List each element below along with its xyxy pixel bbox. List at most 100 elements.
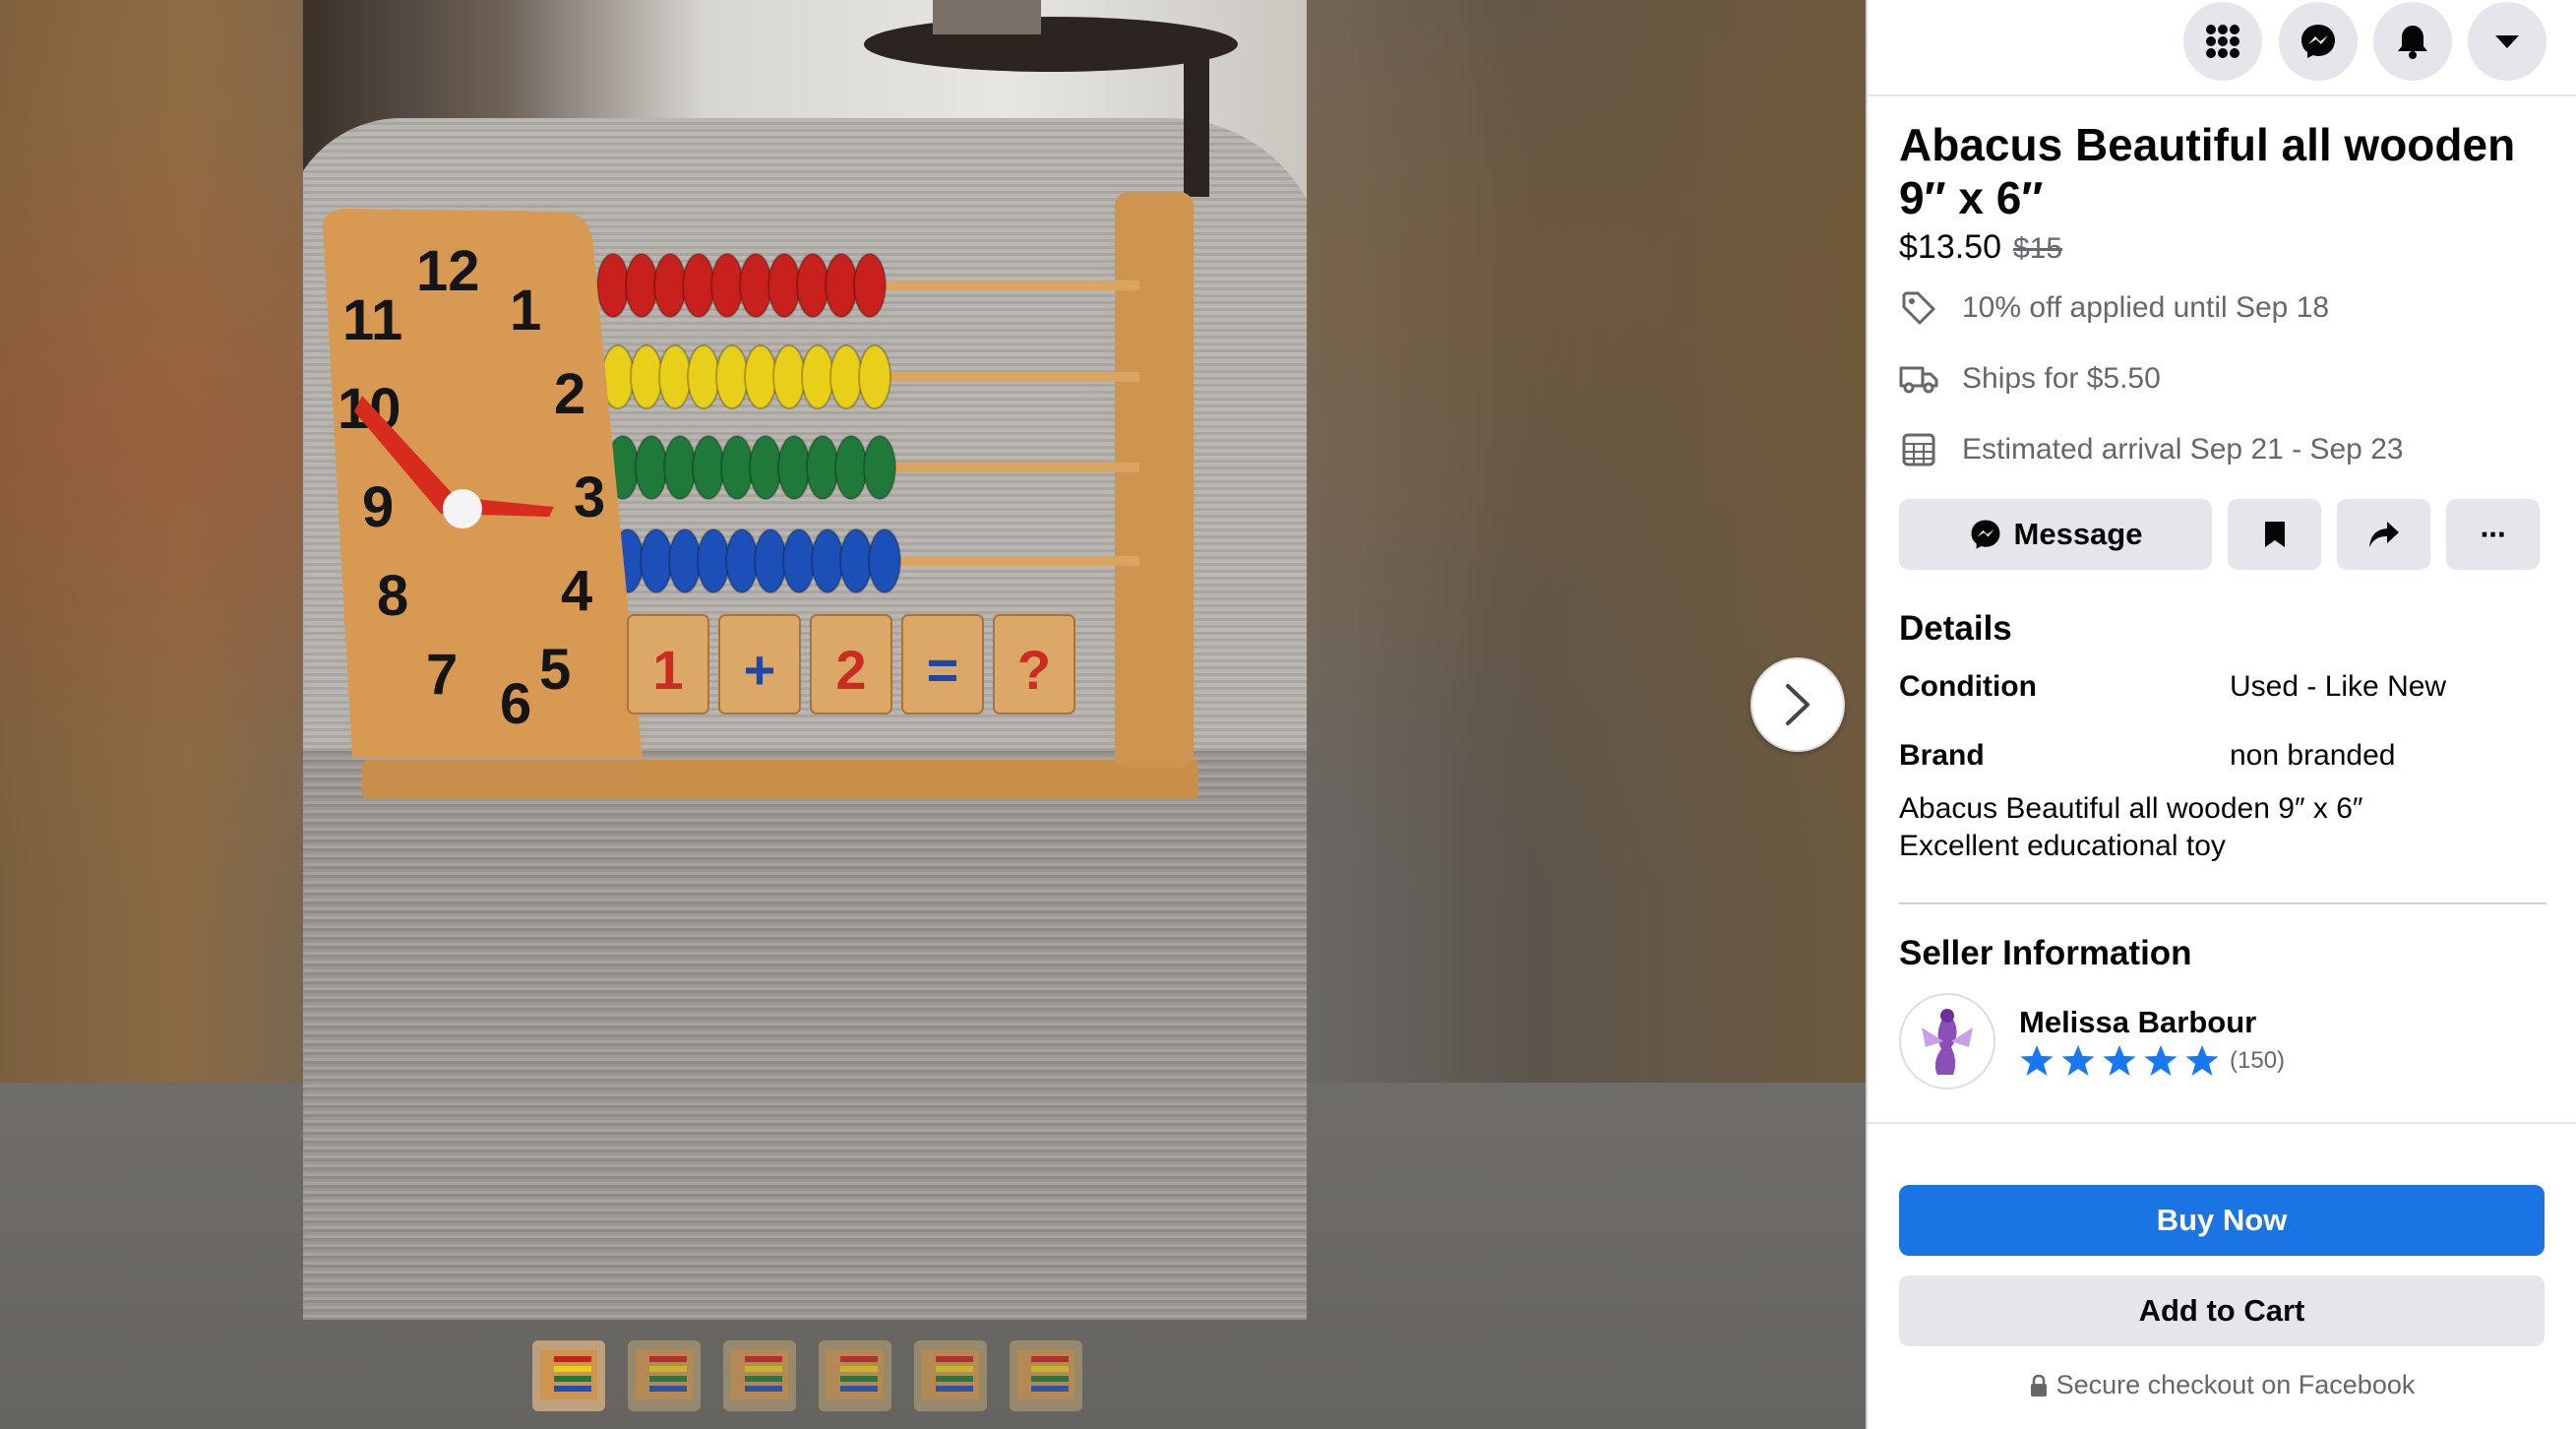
secure-checkout-text: Secure checkout on Facebook — [2055, 1370, 2416, 1399]
abacus-illustration: 121234567891011 1+2=? — [323, 0, 1238, 799]
menu-grid-icon — [2206, 25, 2239, 58]
abacus-bead — [767, 253, 801, 318]
shipping-text: Ships for $5.50 — [1962, 362, 2161, 395]
clock-number: 7 — [426, 643, 458, 707]
account-caret-icon — [2495, 35, 2519, 48]
discount-row: 10% off applied until Sep 18 — [1899, 273, 2546, 343]
message-button[interactable]: Message — [1899, 499, 2212, 570]
messenger-button[interactable] — [2279, 2, 2358, 81]
abacus-bead — [668, 528, 702, 593]
notifications-bell-icon — [2398, 26, 2427, 59]
abacus-bead — [806, 435, 839, 500]
seller-rating: (150) — [2019, 1044, 2285, 1078]
thumbnail-image — [628, 1340, 701, 1411]
abacus-bead — [658, 344, 692, 409]
cube-label: + — [744, 639, 776, 701]
action-buttons: Message ··· — [1899, 499, 2546, 570]
abacus-bead — [596, 253, 630, 318]
menu-grid-button[interactable] — [2183, 2, 2262, 81]
details-heading: Details — [1899, 609, 2012, 648]
shipping-row: Ships for $5.50 — [1899, 343, 2546, 414]
share-button[interactable] — [2337, 499, 2430, 570]
abacus-bead — [749, 435, 782, 500]
table-leg — [1184, 59, 1209, 197]
clock-number: 9 — [362, 475, 394, 539]
detail-value: non branded — [2230, 739, 2396, 772]
seller-heading: Seller Information — [1899, 934, 2192, 972]
abacus-bead — [853, 253, 887, 318]
abacus-bead — [640, 528, 673, 593]
abacus-bead — [725, 528, 759, 593]
abacus-bead — [858, 344, 891, 409]
cube-label: = — [927, 639, 959, 701]
table-top — [864, 17, 1238, 72]
detail-key: Brand — [1899, 739, 1985, 772]
abacus-bead — [772, 344, 806, 409]
truck-icon — [1899, 359, 1938, 399]
abacus-bead — [635, 435, 668, 500]
thumbnail[interactable] — [723, 1340, 796, 1411]
seller-avatar-image — [1922, 1009, 1973, 1075]
abacus-bead — [754, 528, 787, 593]
abacus-bead — [687, 344, 720, 409]
next-photo-button[interactable] — [1750, 657, 1845, 752]
arrival-row: Estimated arrival Sep 21 - Sep 23 — [1899, 414, 2546, 485]
thumbnail-image — [914, 1340, 987, 1411]
save-button[interactable] — [2228, 499, 2321, 570]
checkout-footer: Buy Now Add to Cart Secure checkout on F… — [1868, 1122, 2576, 1429]
clock-number: 12 — [416, 239, 480, 303]
clock-number: 3 — [574, 466, 605, 529]
abacus-bead — [720, 435, 754, 500]
add-to-cart-button[interactable]: Add to Cart — [1899, 1275, 2545, 1346]
abacus-bead — [663, 435, 697, 500]
secure-checkout-note: Secure checkout on Facebook — [1868, 1370, 2576, 1400]
thumbnail[interactable] — [532, 1340, 605, 1411]
top-bar — [1868, 0, 2576, 96]
detail-row-condition: Condition Used - Like New — [1899, 652, 2546, 721]
listing-panel: Abacus Beautiful all wooden 9″ x 6″ $13.… — [1866, 0, 2576, 1429]
abacus-bead — [868, 528, 901, 593]
tag-icon — [1899, 288, 1938, 328]
thumbnail[interactable] — [914, 1340, 987, 1411]
clock-number: 4 — [561, 559, 592, 623]
abacus-bead — [834, 435, 868, 500]
listing-details-scroll[interactable]: Abacus Beautiful all wooden 9″ x 6″ $13.… — [1899, 96, 2546, 1122]
thumbnail-image — [819, 1340, 891, 1411]
abacus-bead — [801, 344, 834, 409]
detail-row-brand: Brand non branded — [1899, 721, 2546, 790]
account-menu-button[interactable] — [2468, 2, 2546, 81]
abacus-bead — [697, 528, 730, 593]
seller-name[interactable]: Melissa Barbour — [2019, 1005, 2285, 1040]
thumbnail[interactable] — [628, 1340, 701, 1411]
listing-price: $13.50 — [1899, 228, 2001, 266]
abacus-bead — [829, 344, 863, 409]
thumbnail[interactable] — [819, 1340, 891, 1411]
seller-card[interactable]: Melissa Barbour (150) — [1899, 993, 2546, 1089]
avatar[interactable] — [1899, 993, 1995, 1089]
description-line: Abacus Beautiful all wooden 9″ x 6″ — [1899, 792, 2363, 825]
abacus-bead — [715, 344, 749, 409]
price-row: $13.50 $15 — [1899, 228, 2546, 267]
arrival-text: Estimated arrival Sep 21 - Sep 23 — [1962, 433, 2404, 466]
description-line: Excellent educational toy — [1899, 830, 2226, 862]
clock-number: 2 — [554, 362, 585, 426]
thumbnail[interactable] — [1010, 1340, 1082, 1411]
thumbnail-image — [1010, 1340, 1082, 1411]
abacus-beads — [596, 253, 901, 593]
more-options-icon: ··· — [2480, 516, 2508, 552]
rating-stars — [2019, 1044, 2220, 1078]
main-listing-photo[interactable]: 121234567891011 1+2=? — [303, 0, 1307, 1320]
abacus-right-post — [1115, 192, 1194, 768]
abacus-bead — [682, 253, 715, 318]
seller-info: Melissa Barbour (150) — [2019, 1005, 2285, 1078]
abacus-bead — [796, 253, 829, 318]
notifications-button[interactable] — [2373, 2, 2452, 81]
more-options-button[interactable]: ··· — [2446, 499, 2540, 570]
detail-value: Used - Like New — [2230, 670, 2447, 703]
abacus-cubes: 1 +2 =? — [627, 614, 1075, 714]
share-icon — [2368, 522, 2399, 547]
clock-number: 5 — [539, 638, 571, 702]
buy-now-button[interactable]: Buy Now — [1899, 1185, 2545, 1256]
original-price: $15 — [2013, 232, 2063, 265]
clock-center — [443, 489, 482, 528]
